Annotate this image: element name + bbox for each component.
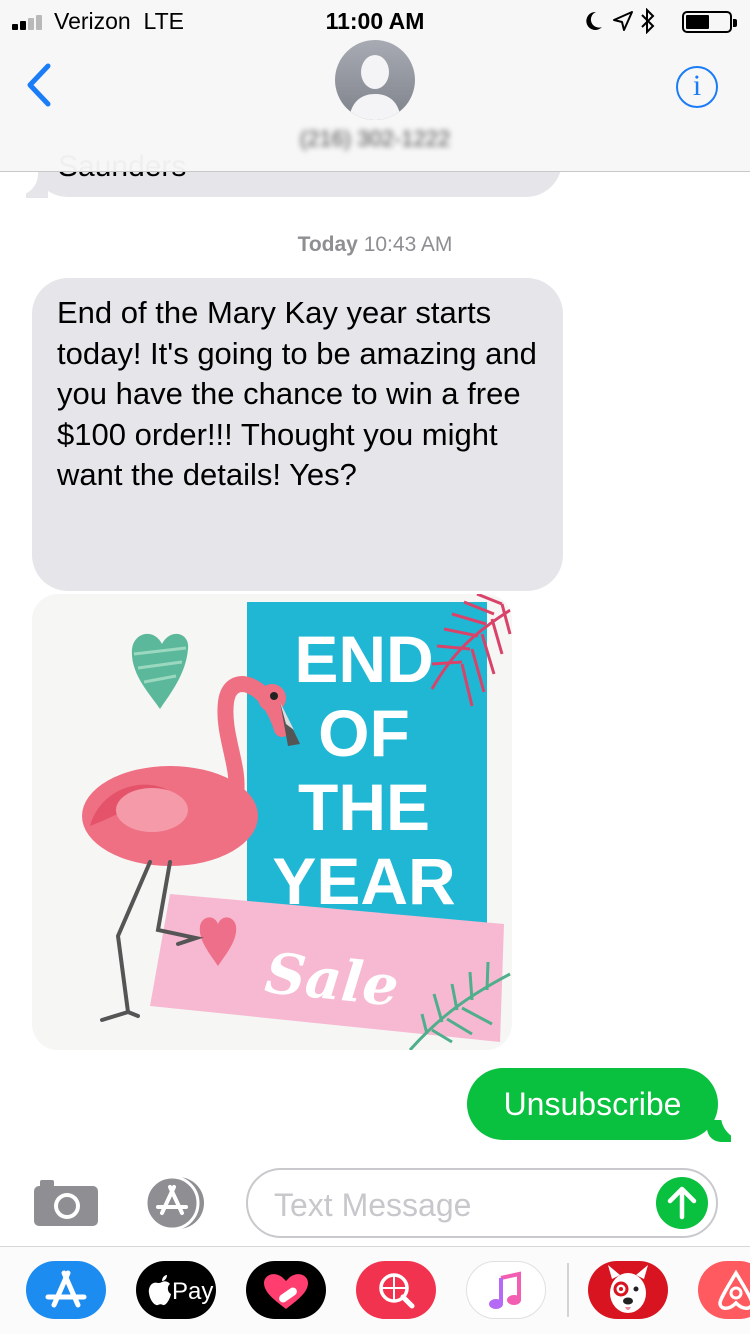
apple-pay-icon: Pay — [148, 1275, 213, 1306]
green-heart — [131, 633, 189, 709]
promo-line-4: YEAR — [272, 844, 455, 918]
sent-message-bubble[interactable]: Unsubscribe — [467, 1068, 718, 1140]
do-not-disturb-moon-icon — [586, 11, 602, 30]
end-of-year-sale-image[interactable]: END OF THE YEAR Sale — [32, 594, 512, 1050]
app-drawer-divider — [567, 1263, 569, 1317]
promo-line-3: THE — [298, 770, 430, 844]
message-timestamp: Today 10:43 AM — [0, 233, 750, 257]
info-circle-icon: i — [692, 69, 702, 102]
battery-level — [686, 15, 709, 29]
promo-line-2: OF — [318, 696, 410, 770]
camera-button[interactable] — [34, 1178, 98, 1226]
text-message-input[interactable]: Text Message — [246, 1168, 718, 1238]
app-store-icon — [144, 1175, 204, 1231]
bubble-tail — [12, 170, 48, 198]
promo-line-1: END — [294, 622, 433, 696]
status-bar: Verizon LTE 11:00 AM — [0, 0, 750, 40]
received-message-bubble[interactable]: End of the Mary Kay year starts today! I… — [32, 278, 563, 591]
target-app[interactable] — [588, 1261, 668, 1319]
info-button[interactable]: i — [676, 66, 718, 108]
bullseye-dog-icon — [608, 1265, 648, 1313]
app-store-app[interactable] — [26, 1261, 106, 1319]
contact-avatar[interactable] — [335, 40, 415, 120]
apple-pay-label: Pay — [172, 1278, 213, 1305]
chevron-left-icon — [27, 63, 51, 107]
message-composer: Text Message — [0, 1160, 750, 1246]
music-app[interactable] — [466, 1261, 546, 1319]
images-search-app[interactable] — [356, 1261, 436, 1319]
app-store-app-icon — [45, 1270, 87, 1308]
apple-pay-app[interactable]: Pay — [136, 1261, 216, 1319]
location-arrow-icon — [613, 11, 633, 31]
received-message-text: End of the Mary Kay year starts today! I… — [57, 295, 537, 492]
promo-artwork: END OF THE YEAR Sale — [82, 594, 512, 1050]
app-store-button[interactable] — [140, 1175, 212, 1231]
conversation-view[interactable]: Saunders Today 10:43 AM End of the Mary … — [0, 0, 750, 1160]
sent-bubble-tail — [707, 1112, 749, 1142]
timestamp-day: Today — [297, 233, 358, 256]
person-silhouette-icon — [349, 55, 401, 120]
bluetooth-icon — [641, 8, 655, 34]
conversation-header: (216) 302-1222 i — [0, 40, 750, 172]
imessage-app-drawer: Pay — [0, 1246, 750, 1334]
text-message-placeholder: Text Message — [274, 1187, 472, 1223]
globe-search-icon — [379, 1273, 415, 1309]
arrow-up-icon — [667, 1186, 697, 1220]
promo-headline: END OF THE YEAR — [272, 622, 455, 918]
airbnb-app[interactable] — [698, 1261, 750, 1319]
camera-icon — [34, 1180, 98, 1226]
music-note-icon — [489, 1271, 521, 1309]
send-button[interactable] — [656, 1177, 708, 1229]
digital-touch-heart-icon — [264, 1274, 308, 1309]
digital-touch-app[interactable] — [246, 1261, 326, 1319]
battery-icon — [682, 11, 737, 33]
airbnb-logo-icon — [718, 1269, 750, 1310]
contact-name[interactable]: (216) 302-1222 — [0, 126, 750, 152]
timestamp-time: 10:43 AM — [363, 233, 453, 256]
sent-message-text: Unsubscribe — [503, 1086, 682, 1122]
back-button[interactable] — [20, 60, 60, 110]
promo-script-sale: Sale — [262, 940, 402, 1020]
status-icons — [582, 6, 737, 34]
